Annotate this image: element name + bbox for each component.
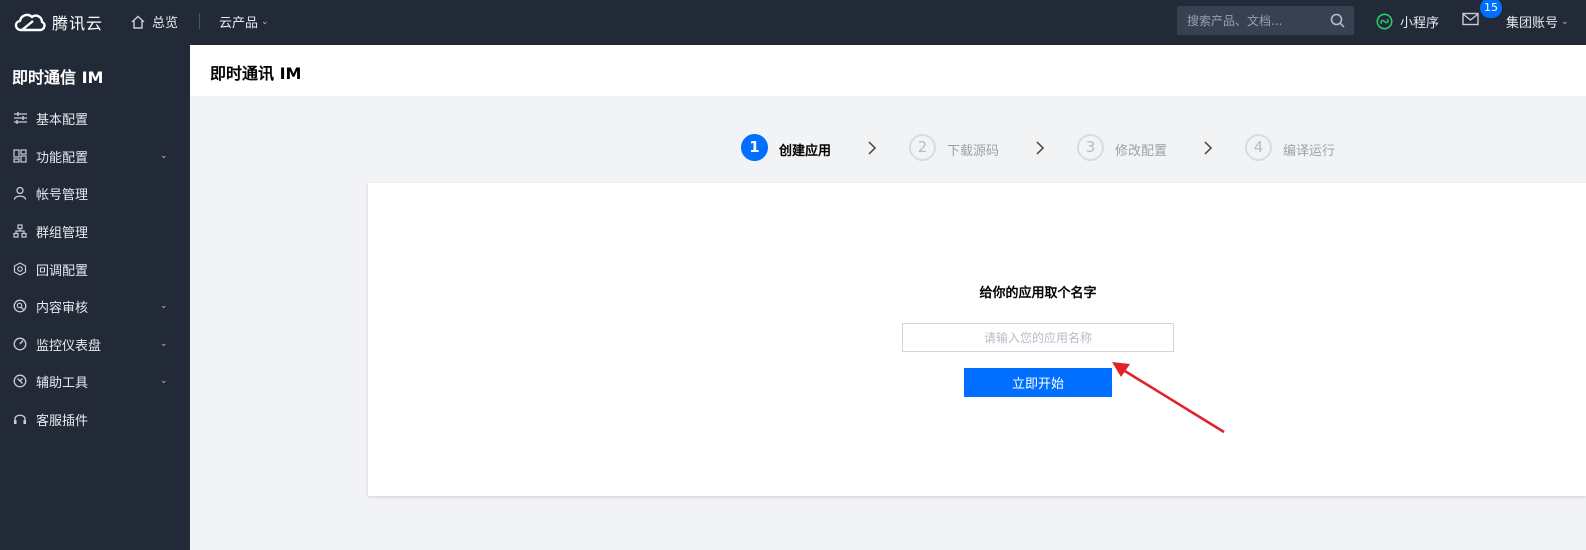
sidebar-item-label: 回调配置 — [36, 263, 89, 279]
top-navbar: 腾讯云 总览 云产品 ⌄ 小程序 15 集团账号 ⌄ — [0, 0, 1586, 45]
sidebar-item-label: 群组管理 — [36, 225, 89, 241]
headset-icon — [12, 411, 28, 427]
chevron-down-icon: ⌄ — [160, 376, 168, 386]
sidebar-item-label: 功能配置 — [36, 150, 89, 166]
sidebar-item-label: 辅助工具 — [36, 375, 89, 391]
search-box — [1177, 6, 1354, 35]
tools-icon — [12, 373, 28, 389]
sidebar-item-group-management[interactable]: 群组管理 — [0, 213, 190, 249]
start-now-button[interactable]: 立即开始 — [964, 368, 1112, 397]
page-header: 即时通讯 IM — [190, 45, 1586, 96]
sidebar-item-feature-config[interactable]: 功能配置 ⌄ — [0, 138, 190, 174]
step-3-label: 修改配置 — [1115, 144, 1168, 159]
chevron-down-icon: ⌄ — [160, 301, 168, 311]
mini-program-icon — [1376, 13, 1393, 30]
mini-program-label: 小程序 — [1400, 16, 1440, 31]
chevron-down-icon: ⌄ — [261, 16, 269, 27]
dashboard-icon — [12, 336, 28, 352]
step-4-label: 编译运行 — [1283, 144, 1336, 159]
step-2-label: 下载源码 — [947, 144, 1000, 159]
brand-name: 腾讯云 — [52, 14, 104, 33]
overview-link[interactable]: 总览 — [130, 12, 178, 31]
sliders-icon — [12, 110, 28, 126]
app-name-input[interactable] — [902, 323, 1174, 352]
chevron-down-icon: ⌄ — [160, 339, 168, 349]
products-menu[interactable]: 云产品 ⌄ — [219, 12, 269, 31]
home-icon — [131, 15, 145, 29]
sidebar-item-label: 基本配置 — [36, 112, 89, 128]
sidebar-item-label: 内容审核 — [36, 300, 89, 316]
mail-icon[interactable] — [1462, 12, 1479, 26]
callback-icon — [12, 261, 28, 277]
search-icon[interactable] — [1330, 13, 1345, 28]
sidebar-item-monitor-dashboard[interactable]: 监控仪表盘 ⌄ — [0, 326, 190, 362]
search-input[interactable] — [1177, 6, 1327, 35]
create-app-card: 给你的应用取个名字 立即开始 — [368, 183, 1586, 496]
step-2-number: 2 — [909, 134, 936, 161]
group-tree-icon — [12, 223, 28, 239]
brand-logo[interactable]: 腾讯云 — [12, 8, 103, 36]
create-app-heading: 给你的应用取个名字 — [979, 286, 1097, 301]
mini-program-link[interactable]: 小程序 — [1376, 12, 1439, 31]
page-title: 即时通讯 IM — [210, 64, 302, 83]
sidebar-item-label: 帐号管理 — [36, 187, 89, 203]
sidebar-item-basic-config[interactable]: 基本配置 — [0, 100, 190, 136]
step-3-number: 3 — [1077, 134, 1104, 161]
products-label: 云产品 — [219, 16, 259, 31]
chevron-down-icon: ⌄ — [160, 151, 168, 161]
step-4-number: 4 — [1245, 134, 1272, 161]
sidebar-item-content-review[interactable]: 内容审核 ⌄ — [0, 288, 190, 324]
sidebar-title: 即时通信 IM — [12, 68, 104, 87]
mail-count-badge: 15 — [1480, 0, 1502, 18]
grid-icon — [12, 148, 28, 164]
sidebar: 即时通信 IM 基本配置 功能配置 ⌄ 帐号管理 群组管理 回调配置 内容审核 … — [0, 45, 190, 550]
chevron-right-icon — [1204, 141, 1213, 155]
step-1-label: 创建应用 — [779, 144, 832, 159]
step-1-number: 1 — [741, 134, 768, 161]
sidebar-item-callback-config[interactable]: 回调配置 — [0, 251, 190, 287]
cloud-logo-icon — [14, 13, 46, 32]
sidebar-item-account-management[interactable]: 帐号管理 — [0, 175, 190, 211]
sidebar-item-label: 监控仪表盘 — [36, 338, 102, 354]
user-icon — [12, 185, 28, 201]
overview-label: 总览 — [152, 16, 179, 31]
chevron-right-icon — [1036, 141, 1045, 155]
chevron-right-icon — [868, 141, 877, 155]
annotation-arrow-icon — [1112, 362, 1225, 434]
chevron-down-icon: ⌄ — [1561, 16, 1569, 27]
sidebar-item-label: 客服插件 — [36, 413, 89, 429]
sidebar-item-customer-service-plugin[interactable]: 客服插件 — [0, 401, 190, 437]
account-menu[interactable]: 集团账号 ⌄ — [1506, 12, 1569, 31]
account-label: 集团账号 — [1506, 16, 1559, 31]
nav-divider — [199, 13, 200, 29]
review-icon — [12, 298, 28, 314]
sidebar-item-auxiliary-tools[interactable]: 辅助工具 ⌄ — [0, 363, 190, 399]
